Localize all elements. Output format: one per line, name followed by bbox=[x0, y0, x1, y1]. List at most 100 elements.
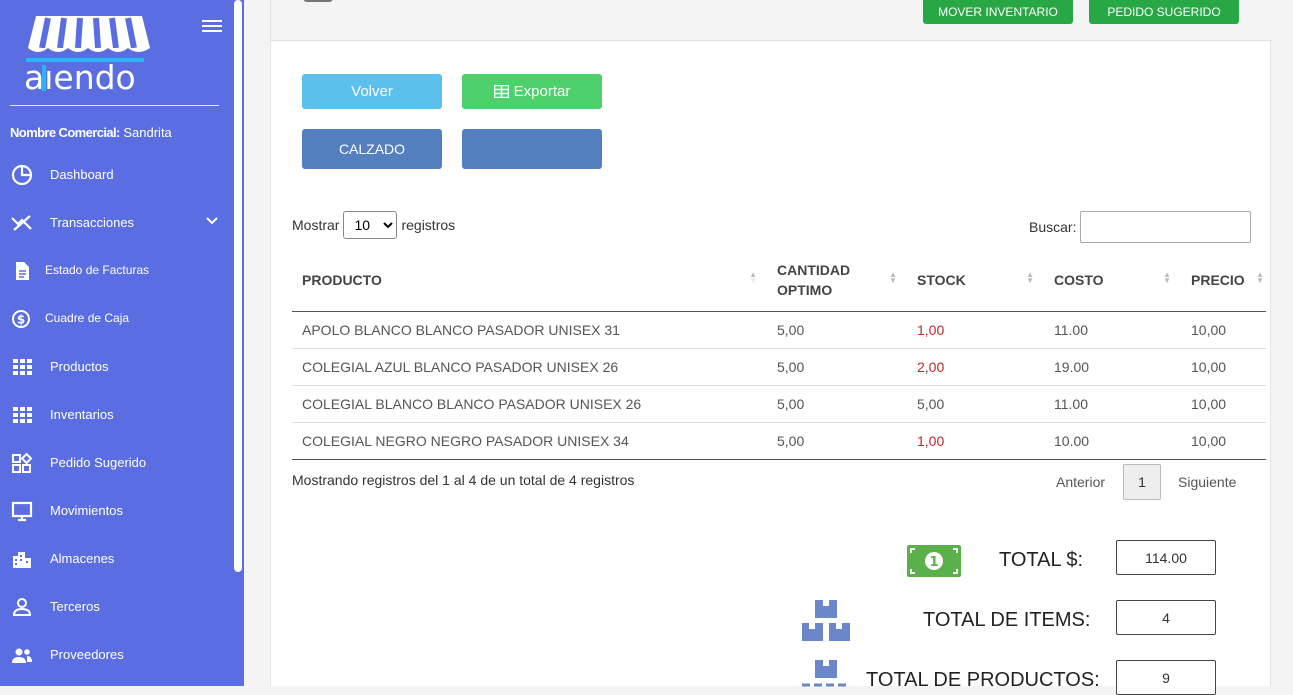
sidebar-item-terceros[interactable]: Terceros bbox=[0, 586, 232, 626]
column-header-label: CANTIDAD OPTIMO bbox=[777, 262, 851, 299]
svg-text:$: $ bbox=[17, 313, 25, 327]
total-money-label: TOTAL $: bbox=[999, 549, 1084, 571]
cell-stock: 1,00 bbox=[907, 311, 1044, 349]
awning-logo-icon: aıendo bbox=[24, 16, 150, 97]
commercial-name-value: Sandrita bbox=[123, 125, 172, 140]
back-button[interactable]: Volver bbox=[302, 74, 442, 109]
sort-icon: ▲ ▼ bbox=[889, 270, 897, 285]
column-header-label: PRODUCTO bbox=[302, 272, 382, 289]
sidebar-item-inventarios[interactable]: Inventarios bbox=[0, 394, 232, 434]
total-items-field: 4 bbox=[1116, 600, 1216, 635]
person-icon bbox=[12, 598, 32, 616]
sidebar-item-cuadre-caja[interactable]: $ Cuadre de Caja bbox=[0, 298, 232, 338]
total-items-label: TOTAL DE ITEMS: bbox=[923, 609, 1091, 631]
sort-icon: ▲ ▼ bbox=[1163, 270, 1171, 285]
cell-costo: 19.00 bbox=[1044, 348, 1181, 386]
column-header-producto[interactable]: PRODUCTO ▲ ▼ bbox=[292, 250, 767, 312]
move-inventory-button[interactable]: MOVER INVENTARIO bbox=[923, 0, 1073, 24]
box-pallet-icon bbox=[802, 660, 846, 687]
column-header-precio[interactable]: PRECIO ▲ ▼ bbox=[1181, 250, 1266, 312]
total-products-field: 9 bbox=[1116, 660, 1216, 695]
column-header-costo[interactable]: COSTO ▲ ▼ bbox=[1044, 250, 1181, 312]
table-icon bbox=[493, 85, 509, 98]
products-table: PRODUCTO ▲ ▼ CANTIDAD OPTIMO ▲ ▼ STOCK ▲ ▼ COS… bbox=[292, 250, 1266, 460]
sidebar-item-estado-facturas[interactable]: Estado de Facturas bbox=[0, 250, 232, 290]
category-button-label: CALZADO bbox=[338, 141, 406, 157]
cell-cantidad: 5,00 bbox=[767, 311, 907, 349]
category-calzado-button[interactable]: CALZADO bbox=[302, 129, 442, 169]
total-products-label: TOTAL DE PRODUCTOS: bbox=[866, 669, 1100, 691]
chevron-down-icon bbox=[206, 217, 218, 225]
table-row[interactable]: COLEGIAL NEGRO NEGRO PASADOR UNISEX 34 5… bbox=[292, 422, 1266, 460]
cell-stock: 1,00 bbox=[907, 422, 1044, 460]
cell-costo: 11.00 bbox=[1044, 311, 1181, 349]
search-control: Buscar: bbox=[1029, 211, 1252, 243]
pagination-page[interactable]: 1 bbox=[1123, 464, 1161, 500]
back-button-label: Volver bbox=[351, 83, 393, 100]
people-icon bbox=[12, 648, 32, 663]
tray-icon bbox=[303, 0, 333, 2]
export-button[interactable]: Exportar bbox=[462, 74, 602, 109]
column-header-label: STOCK bbox=[917, 272, 966, 289]
sidebar-scrollbar[interactable] bbox=[234, 0, 242, 572]
sidebar-item-label: Cuadre de Caja bbox=[45, 311, 130, 325]
money-icon: 1 bbox=[907, 545, 961, 577]
commercial-name: Nombre Comercial: Sandrita bbox=[10, 125, 172, 140]
records-label: registros bbox=[401, 217, 456, 233]
grid-icon bbox=[13, 359, 32, 375]
sidebar-item-proveedores[interactable]: Proveedores bbox=[0, 634, 232, 674]
sidebar-item-transacciones[interactable]: Transacciones bbox=[0, 202, 232, 242]
menu-toggle-icon[interactable] bbox=[202, 20, 222, 36]
sidebar: aıendo Nombre Comercial: Sandrita Dashbo… bbox=[0, 0, 244, 686]
svg-text:1: 1 bbox=[929, 555, 938, 570]
sidebar-item-label: Proveedores bbox=[50, 646, 124, 662]
column-header-cantidad-optimo[interactable]: CANTIDAD OPTIMO ▲ ▼ bbox=[767, 250, 907, 312]
pagination-next[interactable]: Siguiente bbox=[1178, 474, 1236, 490]
column-header-stock[interactable]: STOCK ▲ ▼ bbox=[907, 250, 1044, 312]
cell-producto: APOLO BLANCO BLANCO PASADOR UNISEX 31 bbox=[292, 311, 767, 349]
cell-precio: 10,00 bbox=[1181, 385, 1266, 423]
category-blank-button[interactable] bbox=[462, 129, 602, 169]
cell-cantidad: 5,00 bbox=[767, 348, 907, 386]
table-row[interactable]: APOLO BLANCO BLANCO PASADOR UNISEX 31 5,… bbox=[292, 311, 1266, 349]
table-info: Mostrando registros del 1 al 4 de un tot… bbox=[292, 472, 635, 488]
sidebar-item-label: Dashboard bbox=[50, 166, 114, 182]
cell-precio: 10,00 bbox=[1181, 422, 1266, 460]
sidebar-item-almacenes[interactable]: Almacenes bbox=[0, 538, 232, 578]
cell-stock: 2,00 bbox=[907, 348, 1044, 386]
building-icon bbox=[13, 552, 31, 568]
transactions-icon bbox=[11, 215, 32, 231]
sort-icon: ▲ ▼ bbox=[1256, 270, 1264, 285]
cell-cantidad: 5,00 bbox=[767, 385, 907, 423]
total-money-field: 114.00 bbox=[1116, 540, 1216, 575]
sidebar-item-label: Terceros bbox=[50, 598, 100, 614]
monitor-icon bbox=[11, 501, 33, 522]
top-bar: MOVER INVENTARIO PEDIDO SUGERIDO bbox=[271, 0, 1272, 41]
cell-producto: COLEGIAL NEGRO NEGRO PASADOR UNISEX 34 bbox=[292, 422, 767, 460]
cell-precio: 10,00 bbox=[1181, 311, 1266, 349]
sidebar-item-movimientos[interactable]: Movimientos bbox=[0, 490, 232, 530]
column-header-label: COSTO bbox=[1054, 272, 1104, 289]
commercial-name-label: Nombre Comercial: bbox=[10, 125, 120, 140]
logo: aıendo bbox=[10, 0, 222, 106]
page-length-select[interactable]: 10 bbox=[343, 211, 398, 239]
column-header-label: PRECIO bbox=[1191, 272, 1245, 289]
cell-precio: 10,00 bbox=[1181, 348, 1266, 386]
widgets-icon bbox=[12, 452, 33, 473]
sidebar-item-pedido-sugerido[interactable]: Pedido Sugerido bbox=[0, 442, 232, 482]
sidebar-item-dashboard[interactable]: Dashboard bbox=[0, 154, 232, 194]
cell-costo: 10.00 bbox=[1044, 422, 1181, 460]
pagination: Anterior 1 Siguiente bbox=[1056, 464, 1256, 500]
sidebar-item-label: Almacenes bbox=[50, 550, 115, 566]
table-row[interactable]: COLEGIAL AZUL BLANCO PASADOR UNISEX 26 5… bbox=[292, 348, 1266, 386]
table-row[interactable]: COLEGIAL BLANCO BLANCO PASADOR UNISEX 26… bbox=[292, 385, 1266, 423]
boxes-icon bbox=[802, 600, 850, 641]
sidebar-item-productos[interactable]: Productos bbox=[0, 346, 232, 386]
sidebar-item-label: Pedido Sugerido bbox=[50, 454, 147, 470]
sidebar-item-label: Inventarios bbox=[50, 406, 114, 422]
sort-icon: ▲ ▼ bbox=[749, 270, 757, 285]
suggested-order-button[interactable]: PEDIDO SUGERIDO bbox=[1089, 0, 1239, 24]
pagination-previous[interactable]: Anterior bbox=[1056, 474, 1105, 490]
search-input[interactable] bbox=[1080, 211, 1252, 243]
sidebar-item-label: Estado de Facturas bbox=[45, 263, 150, 277]
